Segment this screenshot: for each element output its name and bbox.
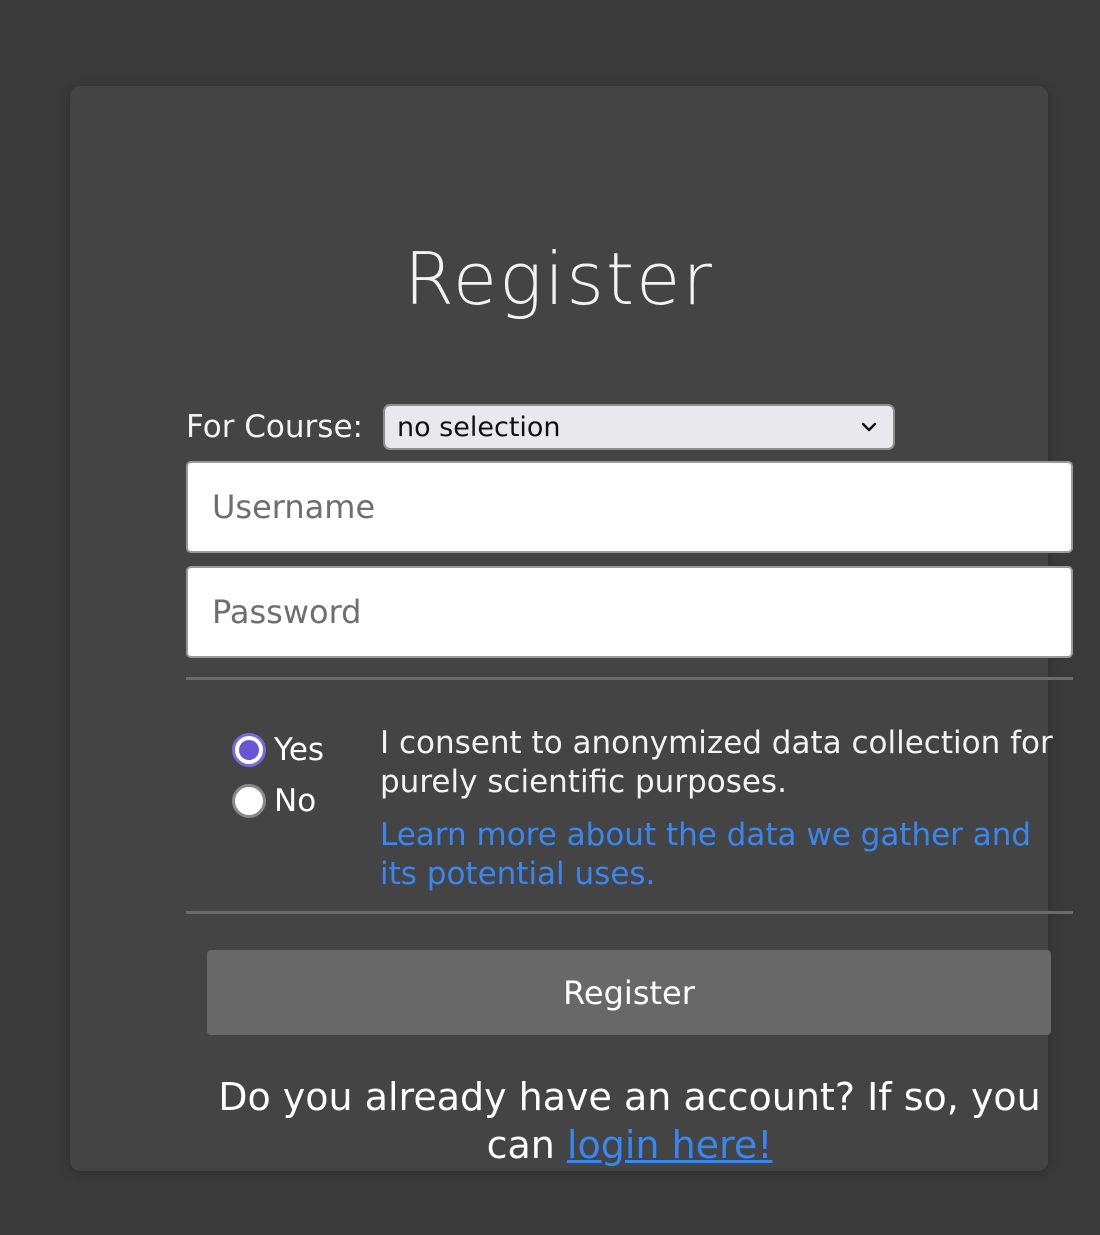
divider — [186, 911, 1073, 914]
register-card: Register For Course: no selection Yes No… — [70, 86, 1073, 1171]
password-input[interactable] — [186, 566, 1073, 658]
consent-no-radio[interactable] — [232, 783, 266, 818]
login-prompt: Do you already have an account? If so, y… — [186, 1073, 1073, 1169]
consent-text: I consent to anonymized data collection … — [380, 725, 1053, 800]
course-select-value: no selection — [396, 411, 561, 443]
consent-yes-option[interactable]: Yes — [232, 724, 324, 775]
divider — [186, 677, 1073, 680]
course-label: For Course: — [186, 409, 363, 445]
consent-no-label[interactable]: No — [274, 783, 316, 819]
page-title: Register — [404, 237, 714, 321]
consent-no-option[interactable]: No — [232, 775, 324, 826]
login-link[interactable]: login here! — [567, 1123, 773, 1167]
consent-yes-label[interactable]: Yes — [274, 732, 324, 768]
consent-yes-radio[interactable] — [232, 732, 266, 767]
register-button[interactable]: Register — [207, 950, 1051, 1035]
chevron-down-icon — [861, 422, 877, 432]
consent-radio-group: Yes No — [232, 724, 324, 826]
course-select[interactable]: no selection — [382, 404, 895, 450]
course-row: For Course: no selection — [186, 404, 895, 450]
consent-block: I consent to anonymized data collection … — [380, 724, 1070, 894]
username-input[interactable] — [186, 461, 1073, 553]
learn-more-link[interactable]: Learn more about the data we gather and … — [380, 816, 1070, 894]
